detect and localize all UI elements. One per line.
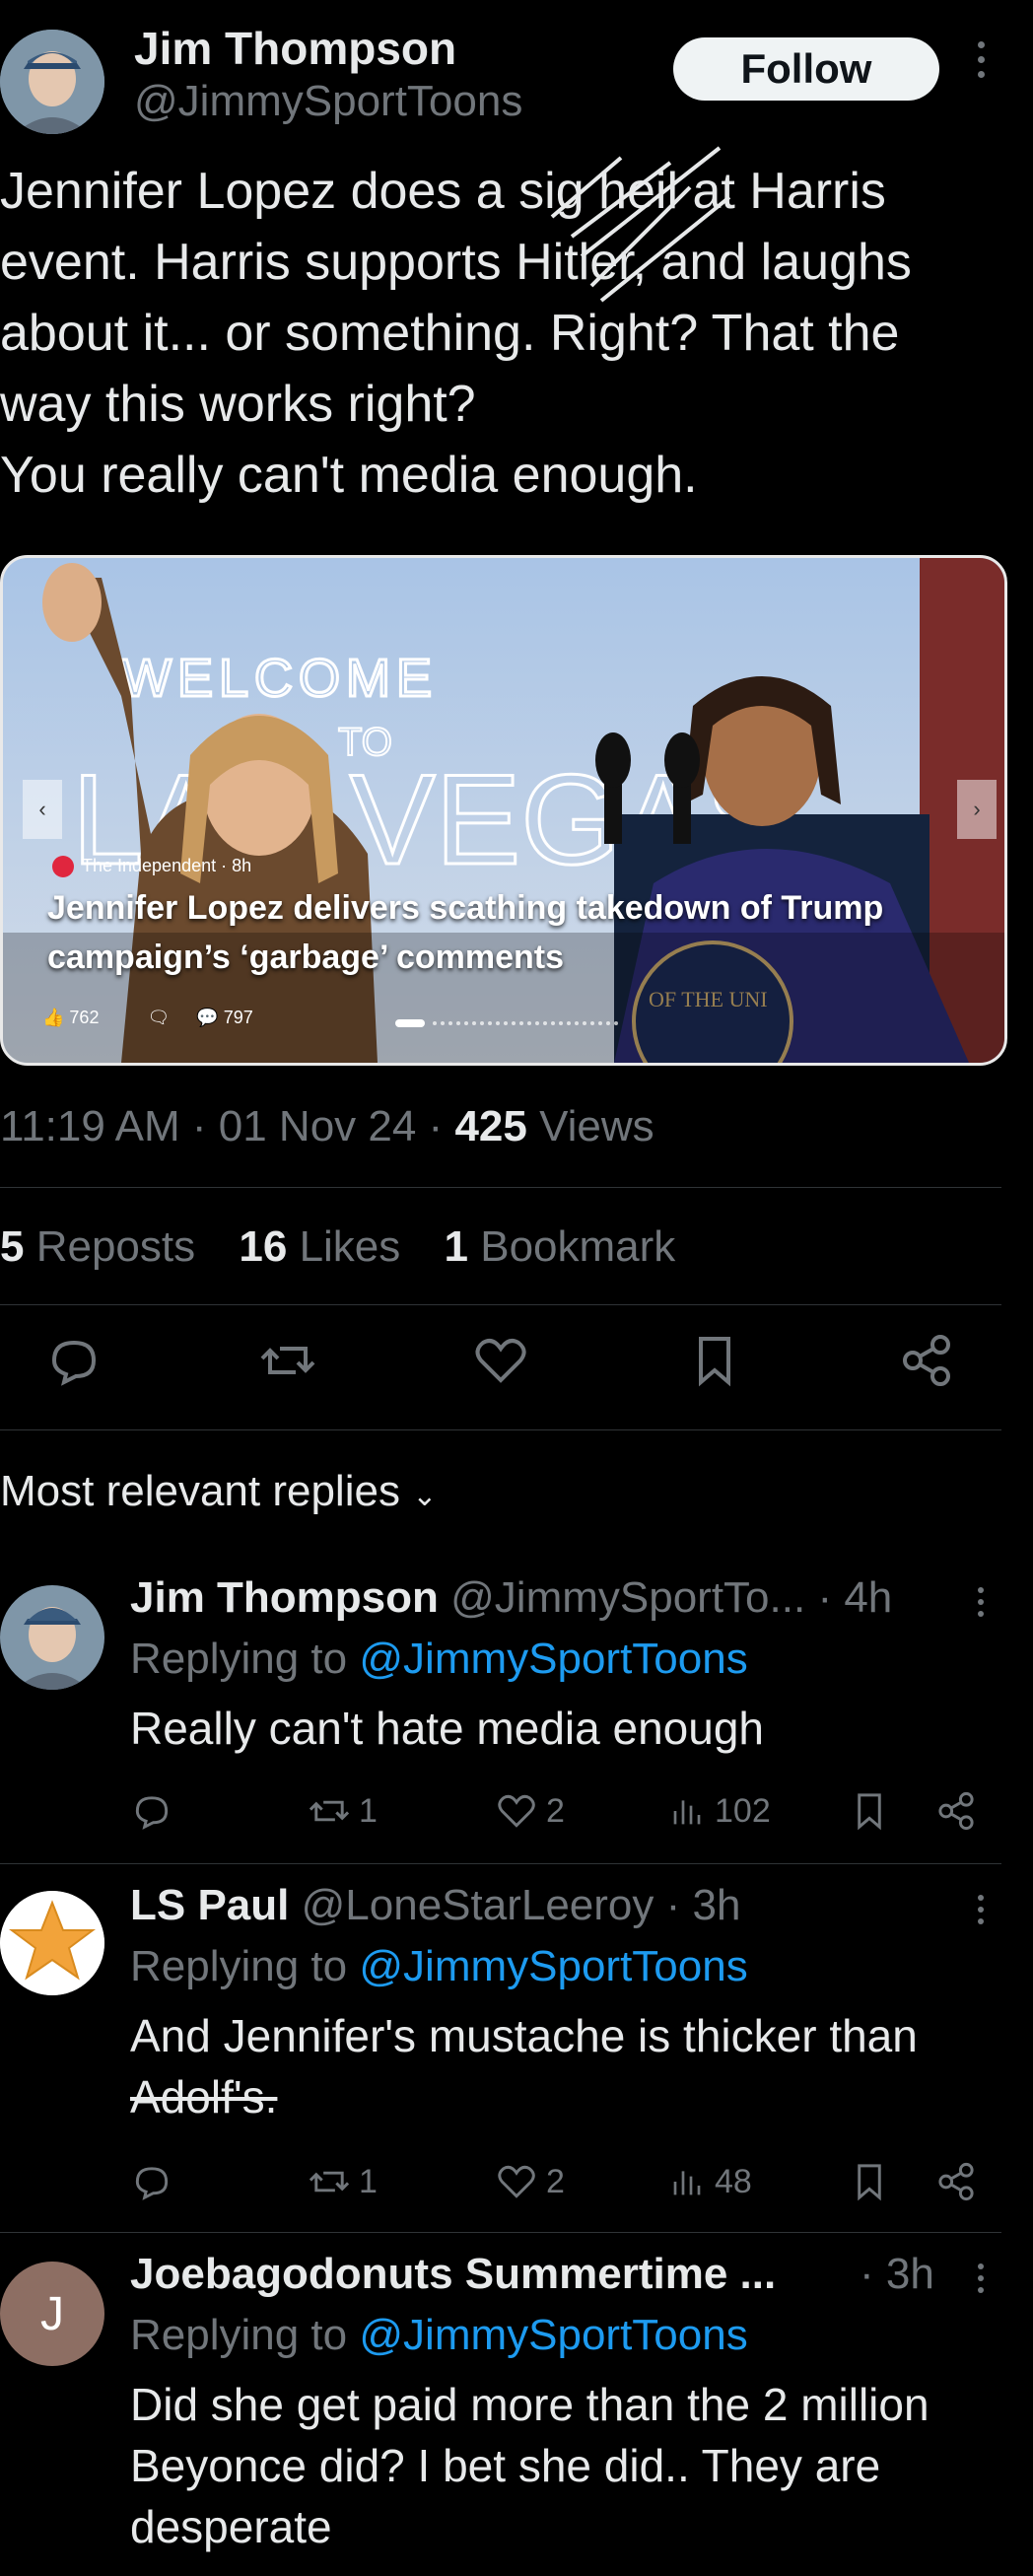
reply-author-name[interactable]: Jim Thompson	[130, 1573, 439, 1622]
reply-actions: 1 2 102	[130, 1786, 998, 1836]
engagement-stats: 5 Reposts 16 Likes 1 Bookmark	[0, 1222, 675, 1272]
reply-time: · 3h	[860, 2250, 934, 2298]
card-image: WELCOME TO LAS VEGAS OF THE UNI	[3, 558, 1004, 1063]
views-icon	[673, 1800, 701, 1825]
bookmark-icon[interactable]	[848, 1786, 891, 1836]
tweet-text-line: event. Harris supports Hitler, and laugh…	[0, 234, 912, 291]
like-icon	[498, 1794, 535, 1828]
card-source: The Independent · 8h	[52, 856, 251, 878]
card-like-count: 👍 762	[42, 1008, 100, 1027]
reply-icon[interactable]	[44, 1331, 103, 1390]
reply-icon[interactable]	[130, 1786, 173, 1836]
replies-sort-dropdown[interactable]: Most relevant replies ⌄	[0, 1467, 437, 1516]
bookmark-icon[interactable]	[685, 1331, 744, 1390]
replying-to-link[interactable]: @JimmySportToons	[359, 1635, 747, 1683]
card-comment-count: 💬 797	[196, 1008, 253, 1027]
views-button[interactable]: 48	[667, 2157, 752, 2206]
tweet-text-line: You really can't media enough.	[0, 447, 698, 504]
author-avatar[interactable]	[0, 30, 104, 134]
divider	[0, 1429, 1001, 1430]
replying-to-link[interactable]: @JimmySportToons	[359, 2311, 747, 2359]
reply-header: LS Paul @LoneStarLeeroy · 3h	[130, 1881, 740, 1930]
independent-logo-icon	[52, 856, 74, 878]
likes-stat[interactable]: 16 Likes	[239, 1222, 400, 1271]
reply-time: · 4h	[817, 1573, 893, 1622]
author-handle[interactable]: @JimmySportToons	[134, 77, 522, 126]
card-stats: 👍 762 🗨 💬 797	[42, 1008, 297, 1028]
reply-body: Really can't hate media enough	[130, 1703, 764, 1754]
reply-item[interactable]: Jim Thompson @JimmySportTo... · 4h Reply…	[0, 1573, 1001, 1859]
like-icon[interactable]	[471, 1331, 530, 1390]
tweet-timestamp[interactable]: 11:19 AM · 01 Nov 24 · 425 Views	[0, 1102, 654, 1151]
views-button[interactable]: 102	[667, 1786, 771, 1836]
share-icon[interactable]	[897, 1331, 956, 1390]
card-next-button[interactable]: ›	[957, 780, 997, 839]
reply-avatar[interactable]	[0, 1891, 104, 1995]
more-options-icon[interactable]	[974, 1895, 988, 1938]
more-options-icon[interactable]	[974, 2263, 988, 2307]
replying-to-link[interactable]: @JimmySportToons	[359, 1942, 747, 1990]
reposts-stat[interactable]: 5 Reposts	[0, 1222, 195, 1271]
chevron-down-icon: ⌄	[412, 1480, 438, 1512]
like-button[interactable]: 2	[495, 2157, 565, 2206]
news-card[interactable]: WELCOME TO LAS VEGAS OF THE UNI ‹ › The …	[0, 555, 1007, 1066]
tweet-text-line: Jennifer Lopez does a sig heil at Harris	[0, 163, 886, 220]
reply-author-name[interactable]: LS Paul	[130, 1881, 289, 1929]
repost-button[interactable]: 1	[308, 2157, 378, 2206]
divider	[0, 1863, 1001, 1864]
more-options-icon[interactable]	[974, 1587, 988, 1631]
reply-body: And Jennifer's mustache is thicker than …	[130, 2010, 918, 2123]
replying-to: Replying to @JimmySportToons	[130, 1635, 748, 1683]
more-options-icon[interactable]	[971, 41, 991, 101]
tweet-text-line: way this works right?	[0, 376, 476, 433]
card-pager	[395, 1019, 618, 1027]
svg-text:WELCOME: WELCOME	[121, 649, 438, 708]
divider	[0, 1304, 1001, 1305]
replying-to: Replying to @JimmySportToons	[130, 2311, 748, 2359]
card-comment-icon: 🗨	[147, 1008, 171, 1027]
reply-author-name[interactable]: Joebagodonuts Summertime ...	[130, 2250, 776, 2298]
share-icon[interactable]	[934, 1786, 978, 1836]
repost-icon	[309, 1800, 350, 1822]
reply-item[interactable]: LS Paul @LoneStarLeeroy · 3h Replying to…	[0, 1881, 1001, 2216]
author-name[interactable]: Jim Thompson	[134, 22, 456, 75]
tweet-text-line: about it... or something. Right? That th…	[0, 305, 900, 362]
tweet-text: Jennifer Lopez does a sig heil at Harris…	[0, 156, 1033, 511]
reply-icon[interactable]	[130, 2157, 173, 2206]
reply-actions: 1 2 48	[130, 2157, 998, 2206]
reply-time: · 3h	[665, 1881, 741, 1929]
reply-author-handle[interactable]: @JimmySportTo...	[450, 1573, 805, 1622]
divider	[0, 2232, 1001, 2233]
reply-item[interactable]: J Joebagodonuts Summertime ... · 3h Repl…	[0, 2250, 1001, 2565]
views-icon	[673, 2171, 701, 2195]
reply-avatar[interactable]	[0, 1585, 104, 1690]
share-icon[interactable]	[934, 2157, 978, 2206]
reply-header: Jim Thompson @JimmySportTo... · 4h	[130, 1573, 892, 1623]
repost-icon[interactable]	[258, 1331, 317, 1390]
card-title[interactable]: Jennifer Lopez delivers scathing takedow…	[47, 883, 974, 982]
like-icon	[498, 2165, 535, 2198]
follow-button[interactable]: Follow	[673, 37, 939, 101]
like-button[interactable]: 2	[495, 1786, 565, 1836]
tweet-header: Jim Thompson @JimmySportToons Follow	[0, 22, 1033, 140]
repost-icon	[309, 2171, 350, 2193]
replying-to: Replying to @JimmySportToons	[130, 1942, 748, 1990]
bookmarks-stat[interactable]: 1 Bookmark	[445, 1222, 676, 1271]
strikeout-scribble	[550, 146, 731, 303]
reply-author-handle[interactable]: @LoneStarLeeroy	[302, 1881, 654, 1929]
bookmark-icon[interactable]	[848, 2157, 891, 2206]
divider	[0, 1187, 1001, 1188]
reply-body: Did she get paid more than the 2 million…	[130, 2379, 930, 2552]
reply-header: Joebagodonuts Summertime ... · 3h	[130, 2250, 988, 2299]
repost-button[interactable]: 1	[308, 1786, 378, 1836]
reply-avatar[interactable]: J	[0, 2262, 104, 2366]
tweet-actions	[0, 1331, 1001, 1400]
card-prev-button[interactable]: ‹	[23, 780, 62, 839]
